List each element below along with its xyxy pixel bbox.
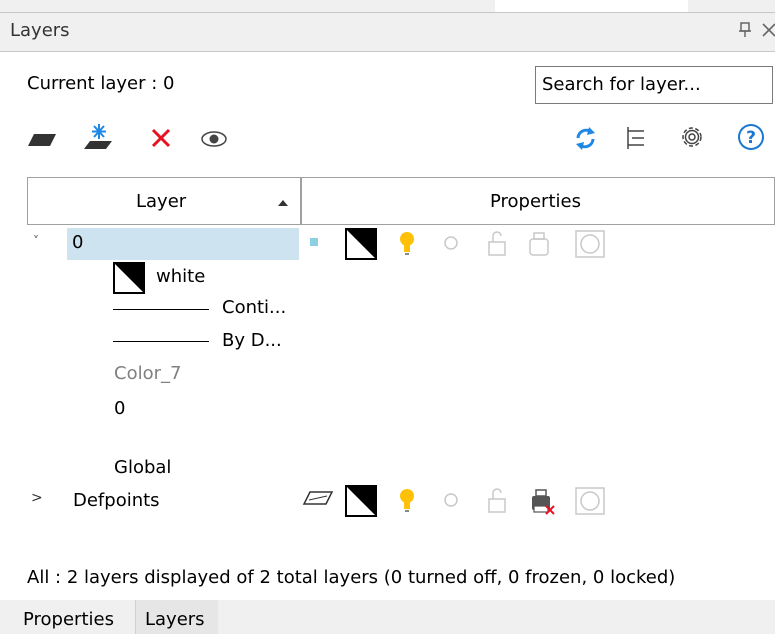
layer-linetype[interactable]: Conti... (222, 297, 286, 318)
layer-lineweight[interactable]: By D... (222, 330, 282, 351)
layer-0-properties (310, 228, 605, 260)
layer-name[interactable]: Defpoints (73, 490, 160, 511)
layer-defpoints-properties (302, 485, 605, 517)
current-layer-indicator (310, 238, 318, 246)
visibility-icon[interactable] (199, 126, 229, 156)
light-bulb-on-icon (400, 232, 414, 255)
no-plot-icon (532, 489, 555, 515)
unlocked-icon (488, 488, 506, 513)
status-summary: All : 2 layers displayed of 2 total laye… (27, 567, 676, 588)
color-swatch-icon (113, 262, 145, 294)
column-header-properties[interactable]: Properties (490, 191, 581, 212)
layer-viewport: Global (114, 457, 172, 478)
title-bar (0, 12, 775, 52)
top-strip (0, 0, 775, 12)
color-swatch-icon (345, 228, 377, 260)
layer-row-0-selection[interactable] (67, 228, 299, 260)
sort-ascending-icon[interactable] (277, 199, 289, 207)
new-layer-viewport-icon[interactable] (84, 122, 114, 152)
expand-icon[interactable]: > (31, 490, 43, 506)
tab-label: Layers (145, 609, 205, 630)
new-layer-icon[interactable] (28, 124, 58, 154)
settings-icon[interactable] (677, 122, 707, 152)
refresh-icon[interactable] (570, 123, 600, 153)
close-icon[interactable] (762, 20, 775, 38)
layer-outline-icon (302, 491, 334, 505)
layer-name[interactable]: 0 (72, 232, 83, 253)
header-divider[interactable] (300, 177, 302, 225)
new-vp-freeze-icon (575, 230, 605, 258)
light-bulb-on-icon (400, 489, 414, 512)
collapse-icon[interactable]: ˅ (33, 234, 39, 248)
window-title: Layers (10, 20, 70, 41)
unlocked-icon (488, 231, 506, 256)
list-icon[interactable] (622, 123, 652, 153)
layer-plot-style: Color_7 (114, 363, 182, 384)
column-header-layer[interactable]: Layer (136, 191, 186, 212)
new-vp-freeze-icon (575, 487, 605, 515)
freeze-icon (444, 493, 458, 507)
linetype-sample (113, 309, 209, 310)
svg-text:?: ? (746, 128, 756, 148)
help-icon[interactable]: ? (736, 122, 766, 152)
lineweight-sample (113, 341, 209, 342)
current-layer-label: Current layer : 0 (27, 73, 175, 94)
tab-bar (218, 600, 775, 634)
freeze-icon (444, 236, 458, 250)
pin-icon[interactable] (738, 21, 752, 37)
color-swatch-icon (345, 485, 377, 517)
search-input[interactable]: Search for layer... (535, 66, 773, 104)
layer-transparency[interactable]: 0 (114, 398, 125, 419)
plot-icon (529, 232, 549, 256)
delete-layer-icon[interactable] (147, 124, 177, 154)
tab-properties[interactable]: Properties (0, 600, 136, 634)
tab-layers[interactable]: Layers (136, 600, 218, 634)
layer-color[interactable]: white (156, 266, 205, 287)
tab-label: Properties (23, 609, 114, 630)
